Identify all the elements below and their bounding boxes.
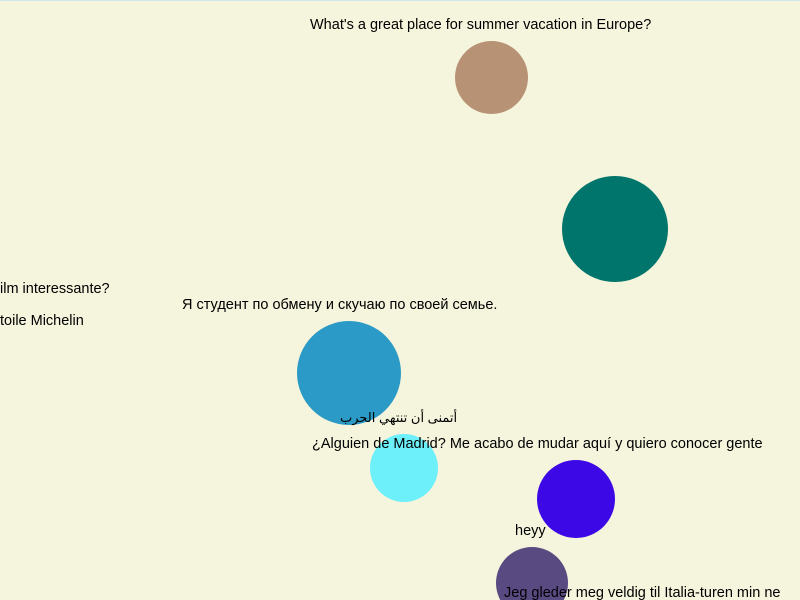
- message-heyy[interactable]: heyy: [515, 523, 546, 540]
- user-bubble-2[interactable]: [562, 176, 668, 282]
- message-italia-trip[interactable]: Jeg gleder meg veldig til Italia-turen m…: [504, 585, 780, 600]
- message-exchange-student[interactable]: Я студент по обмену и скучаю по своей се…: [182, 297, 497, 314]
- bubble-canvas[interactable]: What's a great place for summer vacation…: [0, 0, 800, 600]
- user-bubble-5[interactable]: [537, 460, 615, 538]
- message-etoile-michelin[interactable]: toile Michelin: [0, 313, 84, 330]
- message-madrid[interactable]: ¿Alguien de Madrid? Me acabo de mudar aq…: [312, 436, 763, 453]
- message-summer-vacation[interactable]: What's a great place for summer vacation…: [310, 17, 651, 34]
- user-bubble-1[interactable]: [455, 41, 528, 114]
- message-arabic-war[interactable]: أتمنى أن تنتهي الحرب: [340, 409, 457, 426]
- message-film-interessante[interactable]: ilm interessante?: [0, 281, 110, 298]
